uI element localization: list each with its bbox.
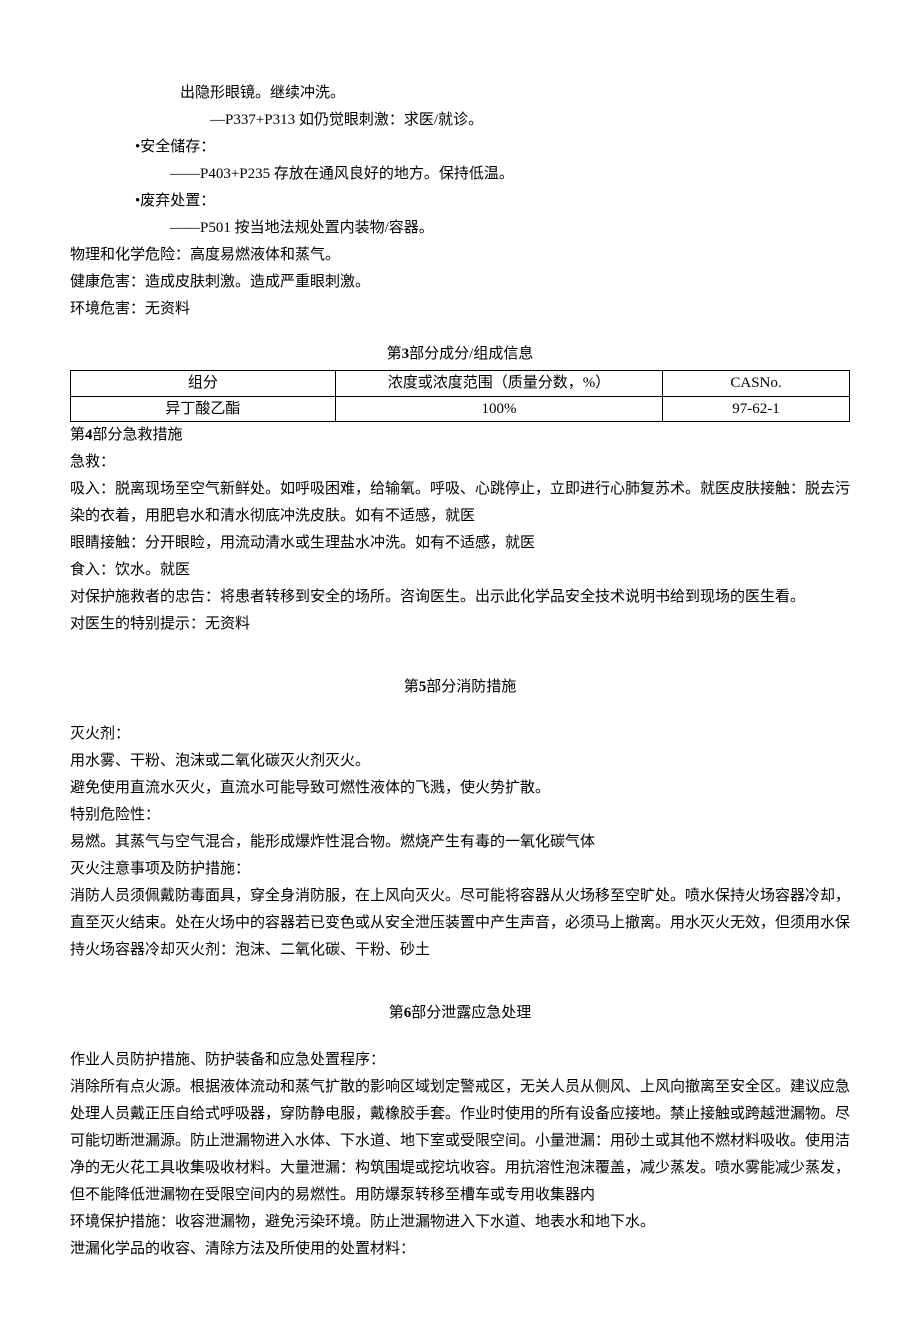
spill-environment: 环境保护措施：收容泄漏物，避免污染环境。防止泄漏物进入下水道、地表水和地下水。 [70,1209,850,1236]
storage-line: ——P403+P235 存放在通风良好的地方。保持低温。 [170,161,850,188]
table-row: 异丁酸乙酯 100% 97-62-1 [71,396,850,422]
section-4-title: 第4部分急救措施 [70,422,850,449]
firstaid-doctor: 对医生的特别提示：无资料 [70,611,850,638]
table-cell-component: 异丁酸乙酯 [71,396,336,422]
spill-personnel-text: 消除所有点火源。根据液体流动和蒸气扩散的影响区域划定警戒区，无关人员从侧风、上风… [70,1074,850,1209]
spill-containment: 泄漏化学品的收容、清除方法及所使用的处置材料： [70,1236,850,1263]
fire-hazard-text: 易燃。其蒸气与空气混合，能形成爆炸性混合物。燃烧产生有毒的一氧化碳气体 [70,829,850,856]
spill-personnel-label: 作业人员防护措施、防护装备和应急处置程序： [70,1047,850,1074]
hazard-env: 环境危害：无资料 [70,296,850,323]
firstaid-rescuer: 对保护施救者的忠告：将患者转移到安全的场所。咨询医生。出示此化学品安全技术说明书… [70,584,850,611]
firstaid-label: 急救： [70,449,850,476]
fire-protection-text: 消防人员须佩戴防毒面具，穿全身消防服，在上风向灭火。尽可能将容器从火场移至空旷处… [70,883,850,964]
firstaid-inhalation: 吸入：脱离现场至空气新鲜处。如呼吸困难，给输氧。呼吸、心跳停止，立即进行心肺复苏… [70,476,850,530]
firstaid-eye: 眼睛接触：分开眼睑，用流动清水或生理盐水冲洗。如有不适感，就医 [70,530,850,557]
storage-label: •安全储存： [135,134,850,161]
table-cell-concentration: 100% [335,396,662,422]
disposal-line: ——P501 按当地法规处置内装物/容器。 [170,215,850,242]
section-3-title: 第3部分成分/组成信息 [70,341,850,368]
section-5-title: 第5部分消防措施 [70,674,850,701]
firstaid-ingestion: 食入：饮水。就医 [70,557,850,584]
fire-extinguisher-label: 灭火剂： [70,721,850,748]
fire-avoid: 避免使用直流水灭火，直流水可能导致可燃性液体的飞溅，使火势扩散。 [70,775,850,802]
hazard-physical: 物理和化学危险：高度易燃液体和蒸气。 [70,242,850,269]
composition-table: 组分 浓度或浓度范围（质量分数，%） CASNo. 异丁酸乙酯 100% 97-… [70,370,850,422]
precaution-p337: —P337+P313 如仍觉眼刺激：求医/就诊。 [210,107,850,134]
table-cell-cas: 97-62-1 [663,396,850,422]
fire-protection-label: 灭火注意事项及防护措施： [70,856,850,883]
hazard-health: 健康危害：造成皮肤刺激。造成严重眼刺激。 [70,269,850,296]
disposal-label: •废弃处置： [135,188,850,215]
table-header-concentration: 浓度或浓度范围（质量分数，%） [335,371,662,397]
fire-extinguisher-text: 用水雾、干粉、泡沫或二氧化碳灭火剂灭火。 [70,748,850,775]
table-header-row: 组分 浓度或浓度范围（质量分数，%） CASNo. [71,371,850,397]
table-header-cas: CASNo. [663,371,850,397]
section-6-title: 第6部分泄露应急处理 [70,1000,850,1027]
fire-hazard-label: 特别危险性： [70,802,850,829]
precaution-line: 出隐形眼镜。继续冲洗。 [180,80,850,107]
table-header-component: 组分 [71,371,336,397]
